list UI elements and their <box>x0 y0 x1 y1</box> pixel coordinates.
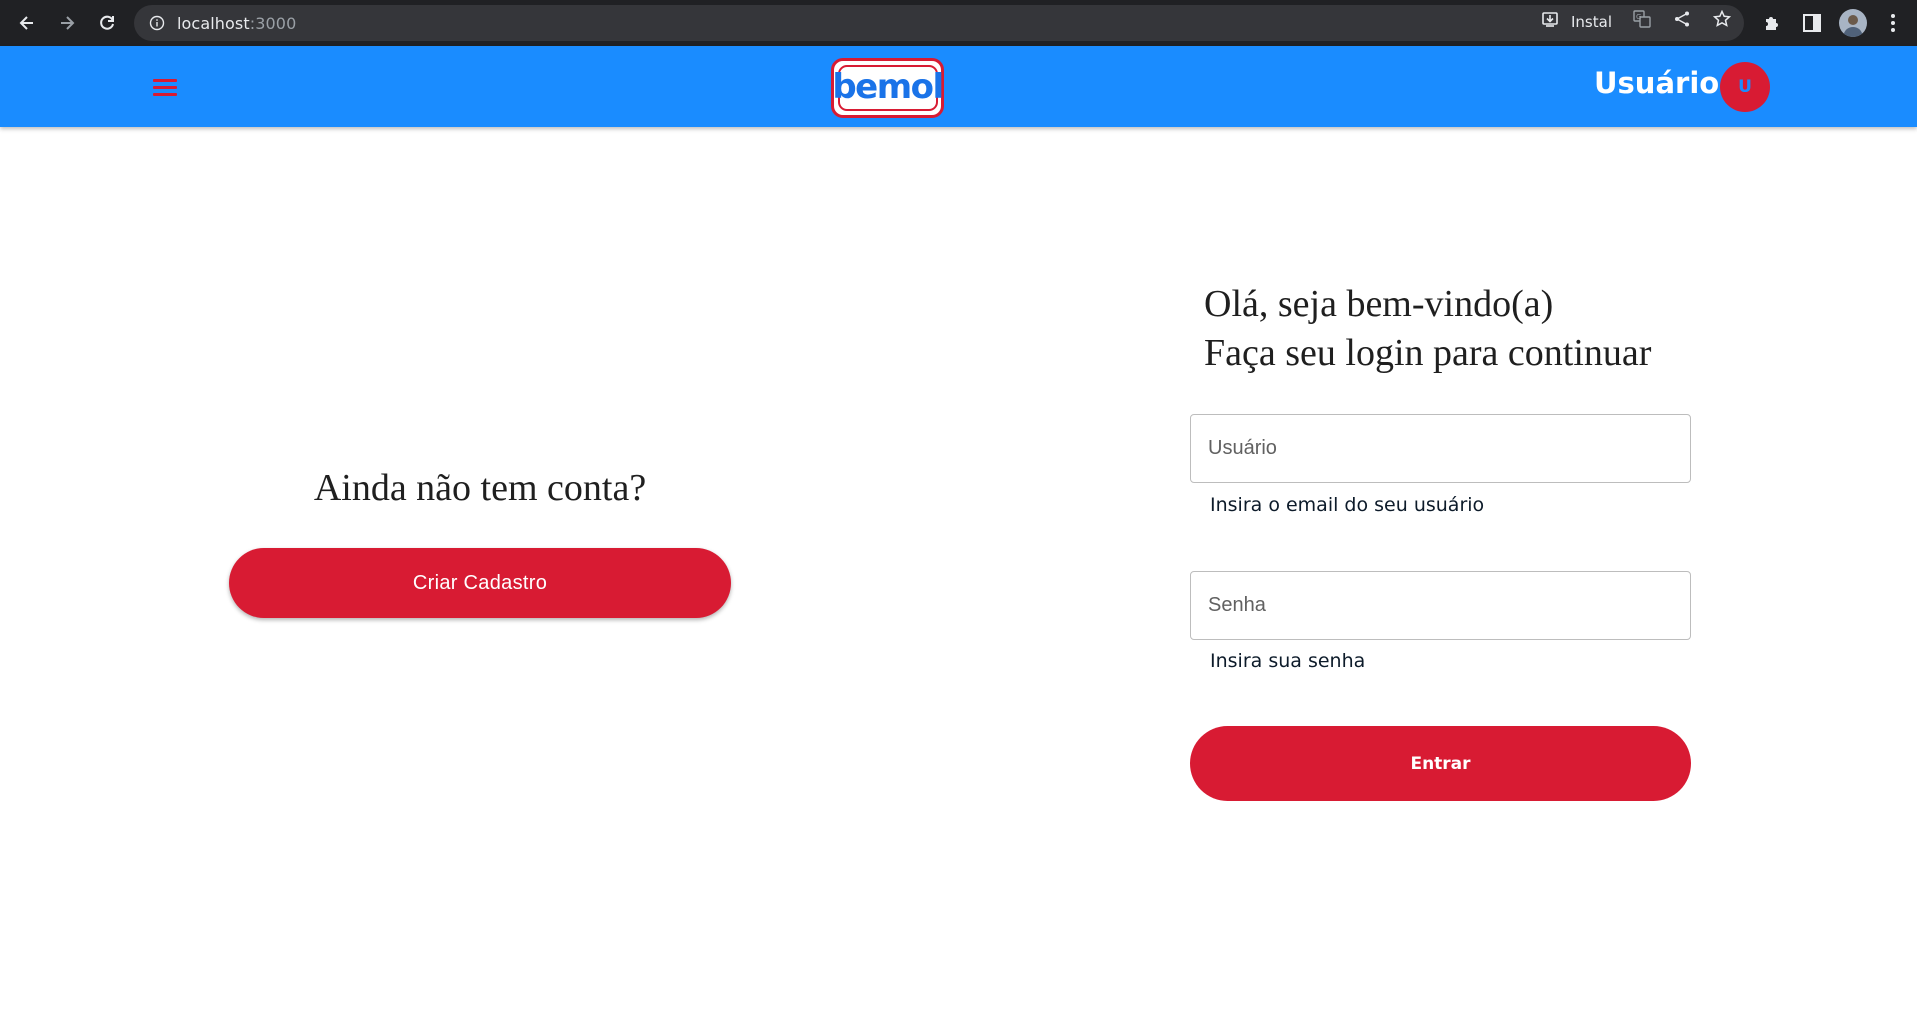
info-icon[interactable] <box>149 15 165 31</box>
forward-arrow-icon <box>61 16 75 30</box>
back-button[interactable] <box>11 7 43 39</box>
back-arrow-icon <box>19 16 33 30</box>
extensions-button[interactable] <box>1759 10 1785 36</box>
share-button[interactable] <box>1673 10 1691 28</box>
menu-bar-icon <box>153 92 177 96</box>
install-app-button[interactable] <box>1541 10 1559 28</box>
puzzle-icon <box>1766 17 1778 30</box>
address-bar[interactable]: localhost:3000 <box>134 5 1744 41</box>
hamburger-menu-button[interactable] <box>148 72 182 102</box>
svg-text:G: G <box>1636 13 1641 21</box>
logo-frame: bemol <box>832 65 944 111</box>
side-panel-button[interactable] <box>1799 10 1825 36</box>
translate-button[interactable]: G <box>1633 10 1651 28</box>
app-header: bemol Usuário U <box>0 46 1917 127</box>
logo-text: bemol <box>832 67 944 107</box>
person-icon <box>1843 15 1863 37</box>
star-icon <box>1713 10 1731 27</box>
menu-bar-icon <box>153 85 177 89</box>
menu-bar-icon <box>153 78 177 82</box>
user-name-label: Usuário <box>1594 66 1720 100</box>
share-icon <box>1675 11 1689 27</box>
create-account-button[interactable]: Criar Cadastro <box>229 548 731 618</box>
bookmark-button[interactable] <box>1713 10 1731 28</box>
signup-title: Ainda não tem conta? <box>313 467 647 509</box>
login-submit-button[interactable]: Entrar <box>1190 726 1691 801</box>
welcome-line-2: Faça seu login para continuar <box>1204 332 1652 374</box>
username-input[interactable] <box>1190 414 1691 483</box>
translate-icon: G <box>1633 10 1651 28</box>
install-icon <box>1542 12 1558 27</box>
welcome-heading: Olá, seja bem-vindo(a) Faça seu login pa… <box>1204 280 1651 378</box>
side-panel-icon <box>1803 14 1821 32</box>
password-input[interactable] <box>1190 571 1691 640</box>
user-avatar[interactable]: U <box>1720 62 1770 112</box>
username-helper-text: Insira o email do seu usuário <box>1210 494 1485 516</box>
avatar-initial: U <box>1738 77 1752 97</box>
browser-menu-button[interactable] <box>1880 10 1906 36</box>
reload-button[interactable] <box>91 7 123 39</box>
reload-icon <box>100 15 114 30</box>
password-helper-text: Insira sua senha <box>1210 650 1366 672</box>
browser-toolbar: localhost:3000 Instal G <box>0 0 1917 46</box>
profile-avatar[interactable] <box>1839 9 1867 37</box>
brand-logo[interactable]: bemol <box>831 58 944 118</box>
forward-button[interactable] <box>51 7 83 39</box>
install-label[interactable]: Instal <box>1571 13 1612 31</box>
welcome-line-1: Olá, seja bem-vindo(a) <box>1204 283 1554 325</box>
url-text: localhost:3000 <box>177 14 297 33</box>
kebab-menu-icon <box>1891 14 1895 32</box>
